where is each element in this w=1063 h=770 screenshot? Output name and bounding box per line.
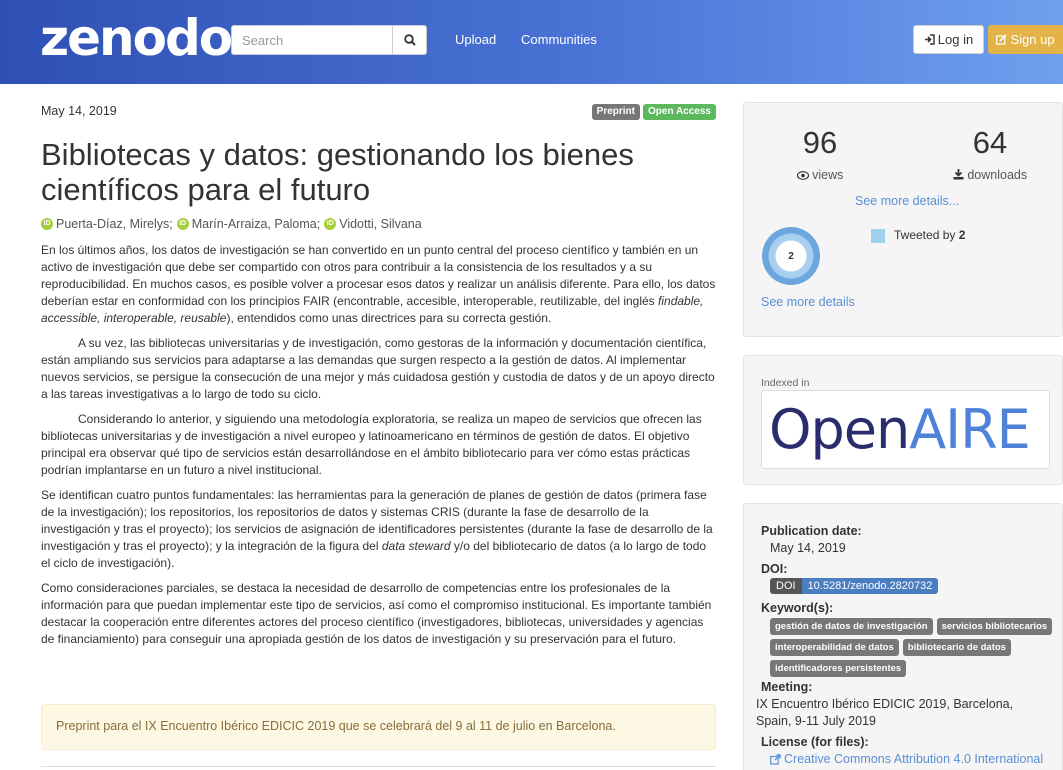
signup-button[interactable]: Sign up bbox=[988, 25, 1063, 54]
metadata-panel: Publication date: May 14, 2019 DOI: DOI … bbox=[743, 503, 1063, 770]
openaire-logo[interactable]: Open AIRE bbox=[761, 390, 1050, 469]
divider bbox=[41, 766, 716, 767]
record-badges: Preprint Open Access bbox=[591, 104, 716, 120]
license-link[interactable]: Creative Commons Attribution 4.0 Interna… bbox=[770, 752, 1043, 766]
description-paragraph: En los últimos años, los datos de invest… bbox=[41, 243, 716, 325]
login-button[interactable]: Log in bbox=[913, 25, 984, 54]
keywords-label: Keyword(s): bbox=[761, 601, 834, 615]
access-right-badge[interactable]: Open Access bbox=[643, 104, 716, 120]
keyword-tag[interactable]: gestión de datos de investigación bbox=[770, 618, 933, 635]
record-date: May 14, 2019 bbox=[41, 104, 117, 118]
nav-upload-link[interactable]: Upload bbox=[455, 32, 496, 47]
twitter-color-swatch bbox=[871, 229, 885, 243]
doi-badge[interactable]: DOI 10.5281/zenodo.2820732 bbox=[770, 578, 939, 594]
stats-panel: 96 views 64 downloads See more details..… bbox=[743, 102, 1063, 337]
login-label: Log in bbox=[937, 32, 974, 47]
search-button[interactable] bbox=[392, 25, 427, 55]
record-title: Bibliotecas y datos: gestionando los bie… bbox=[41, 137, 634, 207]
search-input[interactable] bbox=[231, 25, 392, 55]
record-description: En los últimos años, los datos de invest… bbox=[41, 242, 717, 656]
top-navbar: zenodo Upload Communities Log in Sign up bbox=[0, 0, 1063, 84]
zenodo-logo[interactable]: zenodo bbox=[40, 12, 233, 64]
eye-icon bbox=[796, 171, 809, 180]
openaire-panel: Indexed in Open AIRE bbox=[743, 355, 1063, 485]
meeting-value: IX Encuentro Ibérico EDICIC 2019, Barcel… bbox=[756, 697, 1014, 728]
creator-name: Marín-Arraiza, Paloma; bbox=[191, 217, 321, 231]
resource-type-badge[interactable]: Preprint bbox=[591, 104, 640, 120]
license-label: License (for files): bbox=[761, 735, 869, 749]
description-paragraph: A su vez, las bibliotecas universitarias… bbox=[41, 336, 715, 401]
keywords-list: gestión de datos de investigación servic… bbox=[770, 618, 1060, 677]
altmetric-donut[interactable]: 2 bbox=[762, 227, 820, 285]
sign-in-icon bbox=[924, 34, 935, 45]
signup-label: Sign up bbox=[1010, 32, 1055, 47]
tweeted-by-text: Tweeted by 2 bbox=[894, 228, 966, 242]
keyword-tag[interactable]: identificadores persistentes bbox=[770, 660, 907, 677]
doi-label: DOI: bbox=[761, 562, 788, 576]
description-paragraph: Considerando lo anterior, y siguiendo un… bbox=[41, 412, 702, 477]
nav-communities-link[interactable]: Communities bbox=[521, 32, 597, 47]
download-icon bbox=[953, 169, 964, 180]
creator-name: Vidotti, Silvana bbox=[339, 217, 422, 231]
orcid-icon[interactable]: iD bbox=[324, 218, 337, 230]
see-more-details-link[interactable]: See more details... bbox=[855, 194, 959, 208]
description-paragraph: Como consideraciones parciales, se desta… bbox=[41, 581, 712, 646]
keyword-tag[interactable]: servicios bibliotecarios bbox=[936, 618, 1053, 635]
external-link-icon bbox=[770, 753, 781, 765]
meeting-label: Meeting: bbox=[761, 680, 813, 694]
views-count: 96 bbox=[802, 125, 838, 160]
doi-value: 10.5281/zenodo.2820732 bbox=[801, 578, 939, 594]
publication-date-label: Publication date: bbox=[761, 524, 862, 538]
search-icon bbox=[403, 34, 416, 46]
orcid-icon[interactable]: iD bbox=[176, 218, 189, 230]
search-form bbox=[231, 25, 427, 55]
description-paragraph: Se identifican cuatro puntos fundamental… bbox=[41, 488, 713, 570]
creators-list: iD Puerta-Díaz, Mirelys; iD Marín-Arraiz… bbox=[41, 217, 426, 231]
doi-prefix: DOI bbox=[770, 578, 802, 594]
record-notes: Preprint para el IX Encuentro Ibérico ED… bbox=[41, 704, 716, 750]
orcid-icon[interactable]: iD bbox=[41, 218, 53, 230]
altmetric-score: 2 bbox=[788, 250, 794, 262]
views-label: views bbox=[760, 168, 880, 182]
keyword-tag[interactable]: bibliotecario de datos bbox=[902, 639, 1011, 656]
downloads-label: downloads bbox=[930, 168, 1050, 182]
edit-icon bbox=[996, 34, 1008, 45]
altmetric-details-link[interactable]: See more details bbox=[761, 295, 855, 309]
downloads-count: 64 bbox=[972, 125, 1008, 160]
publication-date-value: May 14, 2019 bbox=[770, 541, 846, 555]
keyword-tag[interactable]: interoperabilidad de datos bbox=[770, 639, 899, 656]
indexed-in-label: Indexed in bbox=[761, 377, 810, 389]
creator-name: Puerta-Díaz, Mirelys; bbox=[56, 217, 173, 231]
